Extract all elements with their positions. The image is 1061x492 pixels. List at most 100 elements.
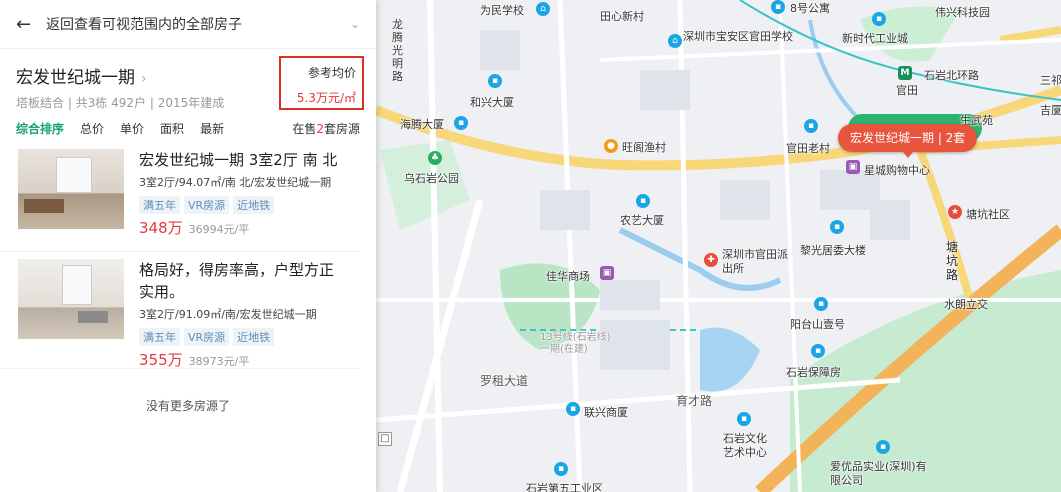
building-icon: ▪: [872, 12, 886, 26]
map-label-guantian-police: 深圳市官田派出所: [722, 248, 788, 275]
total-price: 348万: [139, 219, 183, 237]
police-icon: ✚: [704, 253, 718, 267]
window-shape: [56, 157, 92, 193]
map-label-liguang: 黎光居委大楼: [800, 244, 866, 257]
listing-thumbnail[interactable]: [18, 149, 124, 229]
map-label-yucai: 育才路: [676, 394, 713, 408]
sort-unit-price[interactable]: 单价: [120, 120, 144, 137]
map-label-shuilang: 水朗立交: [944, 298, 988, 311]
listing-info: 宏发世纪城一期 3室2厅 南 北 3室2厅/94.07㎡/南 北/宏发世纪城一期…: [139, 149, 344, 251]
map-label-lianxing: 联兴商厦: [584, 406, 628, 419]
reference-price-box: 参考均价 5.3万元/㎡: [279, 56, 364, 110]
building-icon: ▪: [488, 74, 502, 88]
map-label-jiahua: 佳华商场: [546, 270, 590, 283]
tag: 近地铁: [233, 328, 275, 346]
listing-count: 在售2套房源: [292, 120, 360, 137]
map-label-longteng: 龙腾光明路: [392, 18, 403, 83]
total-price: 355万: [139, 351, 183, 369]
map-label-tianxin: 田心新村: [600, 10, 644, 23]
building-icon: ▪: [771, 0, 785, 14]
community-name[interactable]: 宏发世纪城一期: [16, 68, 135, 88]
map-label-weixing: 伟兴科技园: [935, 6, 990, 19]
listing-tags: 满五年 VR房源 近地铁: [139, 194, 344, 214]
building-icon: ▪: [636, 194, 650, 208]
map-label-shiyan-bz: 石岩保障房: [786, 366, 841, 379]
building-icon: ▪: [811, 344, 825, 358]
listing-info: 格局好，得房率高，户型方正实用。 3室2厅/91.09㎡/南/宏发世纪城一期 满…: [139, 259, 344, 370]
end-of-list-text: 没有更多房源了: [145, 399, 230, 413]
back-bar[interactable]: ← 返回查看可视范围内的全部房子 ⌄: [0, 0, 376, 49]
map-label-jifang: 吉厦: [1040, 104, 1061, 117]
map-label-luozu: 罗租大道: [480, 374, 529, 388]
map-label-guantian: 官田: [896, 84, 918, 97]
tag: VR房源: [184, 328, 230, 346]
building-icon: ▪: [737, 412, 751, 426]
sort-newest[interactable]: 最新: [200, 120, 224, 137]
unit-price: 38973元/平: [188, 355, 250, 368]
listing-title[interactable]: 宏发世纪城一期 3室2厅 南 北: [139, 149, 344, 171]
listing-tags: 满五年 VR房源 近地铁: [139, 326, 344, 346]
map-label-tangkeng: 塘坑社区: [966, 208, 1010, 221]
sort-area[interactable]: 面积: [160, 120, 184, 137]
building-icon: ▪: [554, 462, 568, 476]
map-label-weimin: 为民学校: [480, 4, 524, 17]
back-arrow-icon[interactable]: ←: [16, 14, 46, 35]
map-label-shiyan5: 石岩第五工业区: [526, 482, 603, 492]
map-label-aiyou: 爱优品实业(深圳)有限公司: [830, 460, 927, 487]
back-link[interactable]: 返回查看可视范围内的全部房子: [46, 14, 350, 34]
park-icon: ♣: [428, 151, 442, 165]
shopping-icon: ▣: [846, 160, 860, 174]
map-label-yangtai: 阳台山壹号: [790, 318, 845, 331]
sofa-shape: [78, 311, 108, 323]
school-icon: ⌂: [536, 2, 550, 16]
sort-bar: 综合排序 总价 单价 面积 最新 在售2套房源: [0, 114, 376, 142]
restaurant-icon: ●: [604, 139, 618, 153]
building-icon: ▪: [830, 220, 844, 234]
chevron-down-icon[interactable]: ⌄: [350, 17, 360, 31]
map-label-wushi-park: 乌石岩公园: [404, 172, 459, 185]
map-label-nongyi: 农艺大厦: [620, 214, 664, 227]
map-label-shiyanbei: 石岩北环路: [924, 69, 979, 82]
listing-prices: 355万 38973元/平: [139, 349, 344, 370]
sort-total-price[interactable]: 总价: [80, 120, 104, 137]
listing-thumbnail[interactable]: [18, 259, 124, 339]
map-zoom-button[interactable]: □: [378, 432, 392, 446]
listing-desc: 3室2厅/94.07㎡/南 北/宏发世纪城一期: [139, 176, 332, 189]
community-map-marker[interactable]: 宏发世纪城一期 | 2套: [838, 124, 978, 158]
map-label-gongyu8: 8号公寓: [790, 2, 830, 15]
tag: 满五年: [139, 196, 180, 214]
map-label-xingcheng: 星城购物中心: [864, 164, 930, 177]
listing-panel: ← 返回查看可视范围内的全部房子 ⌄ 宏发世纪城一期 › 塔板结合 | 共3栋 4…: [0, 0, 376, 492]
map-label-wangge: 旺阁渔村: [622, 141, 666, 154]
metro-icon: M: [898, 66, 912, 80]
sort-comprehensive[interactable]: 综合排序: [16, 120, 64, 137]
building-icon: ▪: [566, 402, 580, 416]
building-icon: ▪: [804, 119, 818, 133]
price-value: 5.3万元/㎡: [296, 91, 356, 105]
tag: 近地铁: [233, 196, 275, 214]
map-label-guantian-old: 官田老村: [786, 142, 830, 155]
map-label-hexing: 和兴大厦: [470, 96, 514, 109]
listing-title[interactable]: 格局好，得房率高，户型方正实用。: [139, 259, 344, 303]
map-label-line13: 13号线(石岩线)一期(在建): [540, 332, 611, 355]
shopping-icon: ▣: [600, 266, 614, 280]
chevron-right-icon: ›: [141, 71, 147, 87]
map-label-tangkeng-road: 塘坑路: [946, 240, 959, 282]
school-icon: ⌂: [668, 34, 682, 48]
tag: VR房源: [184, 196, 230, 214]
window-shape: [62, 265, 92, 305]
listing-item[interactable]: 格局好，得房率高，户型方正实用。 3室2厅/91.09㎡/南/宏发世纪城一期 满…: [0, 252, 360, 369]
map-label-haiteng: 海腾大厦: [400, 118, 444, 131]
building-icon: ▪: [814, 297, 828, 311]
count-suffix: 套房源: [323, 121, 360, 136]
listing-prices: 348万 36994元/平: [139, 217, 344, 238]
building-icon: ▪: [454, 116, 468, 130]
map-label-guantian-school: 深圳市宝安区官田学校: [683, 30, 793, 43]
listing-desc: 3室2厅/91.09㎡/南/宏发世纪城一期: [139, 308, 317, 321]
listing-item[interactable]: 宏发世纪城一期 3室2厅 南 北 3室2厅/94.07㎡/南 北/宏发世纪城一期…: [0, 142, 360, 252]
building-icon: ▪: [876, 440, 890, 454]
sofa-shape: [24, 199, 64, 213]
count-prefix: 在售: [292, 121, 317, 136]
map-label-sanqi: 三祁: [1040, 74, 1061, 87]
tag: 满五年: [139, 328, 180, 346]
